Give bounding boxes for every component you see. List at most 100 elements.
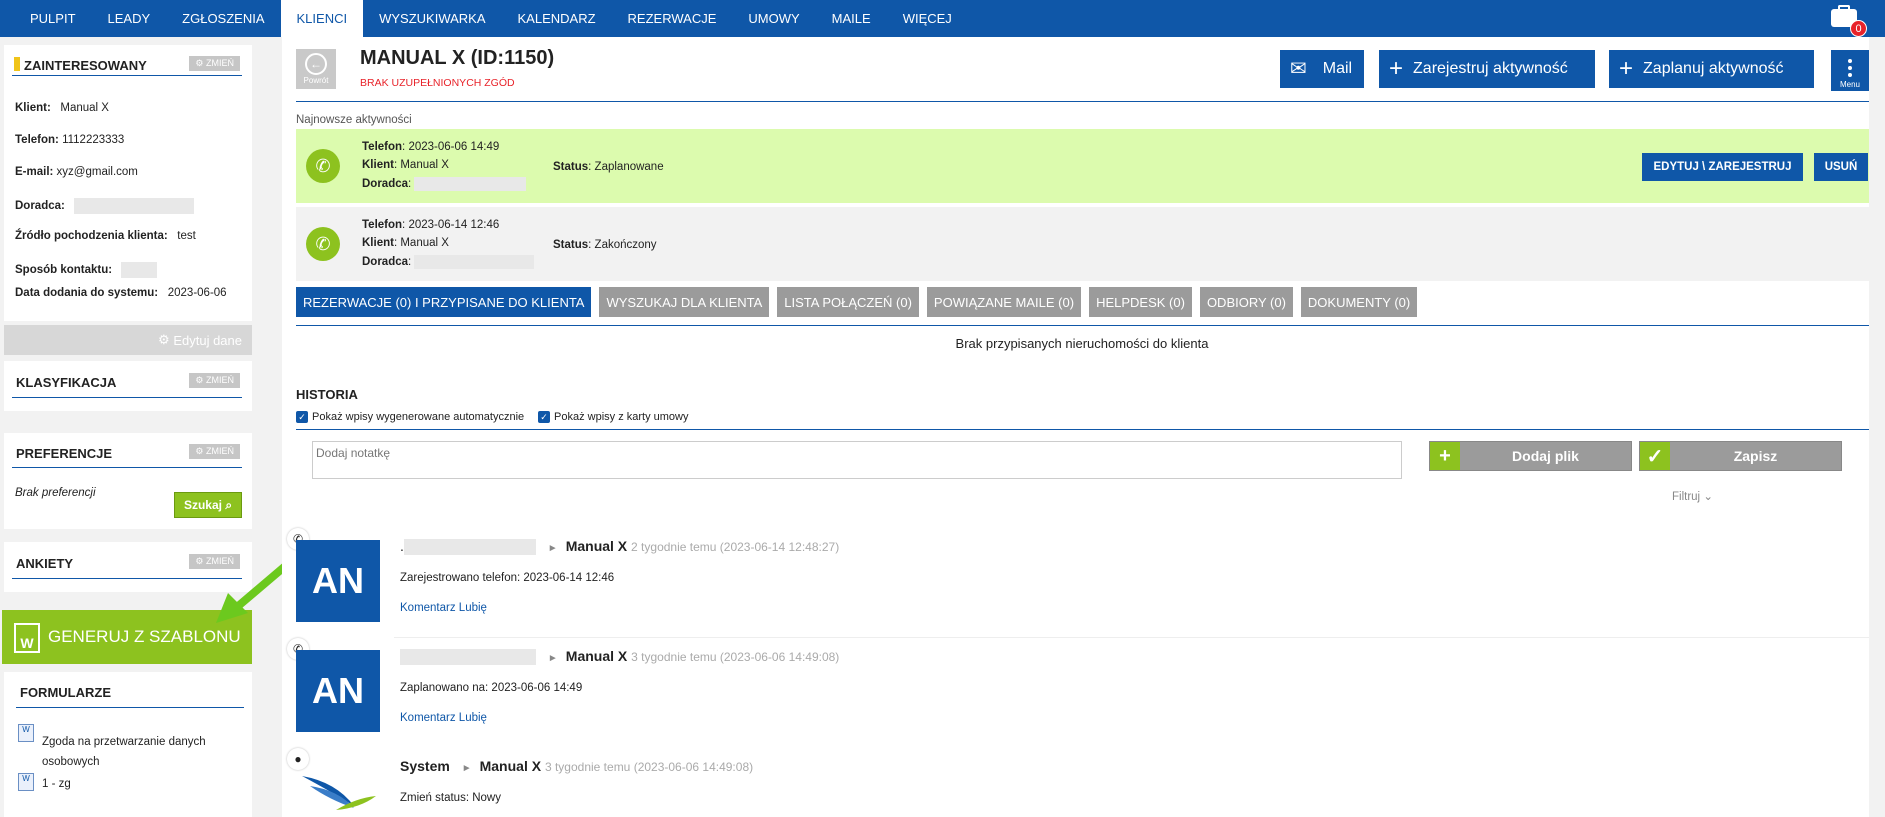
contact-method-field: Sposób kontaktu: bbox=[15, 262, 158, 278]
top-navigation: PULPIT LEADY ZGŁOSZENIA KLIENCI WYSZUKIW… bbox=[0, 0, 1885, 37]
nav-item-wyszukiwarka[interactable]: WYSZUKIWARKA bbox=[363, 0, 501, 37]
nav-item-zgloszenia[interactable]: ZGŁOSZENIA bbox=[166, 0, 280, 37]
client-title: MANUAL X (ID:1150) bbox=[360, 47, 555, 69]
redacted-author bbox=[400, 649, 536, 666]
activity-row: ✆ Telefon: 2023-06-14 12:46 Klient: Manu… bbox=[296, 207, 1869, 281]
advisor-field: Doradca: bbox=[15, 198, 195, 214]
nav-item-kalendarz[interactable]: KALENDARZ bbox=[502, 0, 612, 37]
phone-icon: ✆ bbox=[306, 149, 340, 183]
tab-helpdesk[interactable]: HELPDESK (0) bbox=[1089, 287, 1192, 317]
entry-links[interactable]: Komentarz Lubię bbox=[400, 602, 487, 614]
no-preferences-text: Brak preferencji bbox=[15, 487, 96, 499]
edit-data-button[interactable]: ⚙ Edytuj dane bbox=[4, 325, 252, 355]
nav-item-wiecej[interactable]: WIĘCEJ bbox=[887, 0, 968, 37]
chevron-down-icon: ⌄ bbox=[1703, 491, 1713, 503]
tab-odbiory[interactable]: ODBIORY (0) bbox=[1199, 287, 1293, 317]
status-change-button[interactable]: ⚙ ZMIEŃ bbox=[189, 56, 240, 71]
activity-phone: Telefon: 2023-06-06 14:49 bbox=[362, 141, 500, 153]
entry-body: Zmień status: Nowy bbox=[400, 792, 501, 804]
arrow-right-icon: ► bbox=[461, 763, 472, 774]
tab-lista-polaczen[interactable]: LISTA POŁĄCZEŃ (0) bbox=[777, 287, 919, 317]
entry-header: . ► Manual X 2 tygodnie temu (2023-06-14 … bbox=[400, 538, 840, 556]
ankiety-title: ANKIETY bbox=[16, 556, 74, 571]
envelope-icon: ✉ bbox=[1290, 58, 1307, 80]
activity-advisor: Doradca: bbox=[362, 177, 527, 191]
plus-icon: + bbox=[1619, 55, 1634, 82]
phone-field: Telefon: 1112223333 bbox=[15, 134, 125, 146]
history-entry: ● System ► Manual X 3 tygodnie temu (2023… bbox=[282, 748, 1869, 817]
form-document-icon: W bbox=[18, 724, 34, 742]
notifications-badge: 0 bbox=[1850, 20, 1867, 37]
activity-row: ✆ Telefon: 2023-06-06 14:49 Klient: Manu… bbox=[296, 129, 1869, 203]
register-activity-button[interactable]: + Zarejestruj aktywność bbox=[1379, 50, 1595, 88]
tab-powiazane-maile[interactable]: POWIĄZANE MAILE (0) bbox=[926, 287, 1082, 317]
avatar: AN bbox=[296, 650, 380, 732]
history-entry: ✆ AN . ► Manual X 2 tygodnie temu (2023-0… bbox=[282, 528, 1869, 638]
nav-item-pulpit[interactable]: PULPIT bbox=[0, 0, 92, 37]
nav-item-klienci[interactable]: KLIENCI bbox=[280, 0, 364, 37]
tab-dokumenty[interactable]: DOKUMENTY (0) bbox=[1300, 287, 1418, 317]
nav-item-leady[interactable]: LEADY bbox=[92, 0, 167, 37]
redacted-author bbox=[403, 539, 536, 556]
activity-client: Klient: Manual X bbox=[362, 237, 449, 249]
history-entry: ✆ AN ► Manual X 3 tygodnie temu (2023-06-… bbox=[282, 638, 1869, 748]
back-button[interactable]: ← Powrót bbox=[296, 49, 336, 89]
redacted-contact-method bbox=[121, 262, 158, 278]
mail-button[interactable]: ✉ Mail bbox=[1280, 50, 1364, 88]
nav-item-maile[interactable]: MAILE bbox=[816, 0, 887, 37]
sidebar: ZAINTERESOWANY ⚙ ZMIEŃ Klient: Manual X … bbox=[0, 37, 262, 817]
tab-wyszukaj[interactable]: WYSZUKAJ DLA KLIENTA bbox=[599, 287, 770, 317]
client-name-field: Klient: Manual X bbox=[15, 102, 109, 114]
status-title: ZAINTERESOWANY bbox=[24, 58, 147, 73]
formularze-panel: FORMULARZE W Zgoda na przetwarzanie dany… bbox=[4, 672, 252, 817]
edit-register-button[interactable]: EDYTUJ \ ZAREJESTRUJ bbox=[1642, 153, 1803, 181]
menu-button[interactable]: Menu bbox=[1831, 50, 1869, 91]
schedule-activity-button[interactable]: + Zaplanuj aktywność bbox=[1609, 50, 1814, 88]
preferencje-change-button[interactable]: ⚙ ZMIEŃ bbox=[189, 444, 240, 459]
no-properties-message: Brak przypisanych nieruchomości do klien… bbox=[955, 336, 1209, 351]
briefcase-icon[interactable]: 0 bbox=[1829, 3, 1867, 37]
add-file-button[interactable]: + Dodaj plik bbox=[1429, 441, 1632, 471]
activity-status: Status: Zaplanowane bbox=[553, 161, 664, 173]
activity-status: Status: Zakończony bbox=[553, 239, 657, 251]
history-title: HISTORIA bbox=[296, 387, 358, 402]
form-item-zg[interactable]: 1 - zg bbox=[42, 778, 71, 790]
source-field: Źródło pochodzenia klienta: test bbox=[15, 230, 196, 242]
email-field: E-mail: xyz@gmail.com bbox=[15, 166, 138, 178]
entry-body: Zarejestrowano telefon: 2023-06-14 12:46 bbox=[400, 572, 615, 584]
formularze-title: FORMULARZE bbox=[20, 685, 111, 700]
plus-icon: + bbox=[1389, 55, 1404, 82]
avatar: AN bbox=[296, 540, 380, 622]
client-info-panel: ZAINTERESOWANY ⚙ ZMIEŃ Klient: Manual X … bbox=[4, 45, 252, 279]
plus-icon: + bbox=[1430, 442, 1460, 470]
save-button[interactable]: ✓ Zapisz bbox=[1639, 441, 1842, 471]
activity-client: Klient: Manual X bbox=[362, 159, 449, 171]
show-contract-entries-checkbox[interactable]: ✓ Pokaż wpisy z karty umowy bbox=[538, 411, 688, 423]
nav-item-rezerwacje[interactable]: REZERWACJE bbox=[612, 0, 733, 37]
show-auto-entries-checkbox[interactable]: ✓ Pokaż wpisy wygenerowane automatycznie bbox=[296, 411, 524, 423]
form-item-consent[interactable]: Zgoda na przetwarzanie danych osobowych bbox=[42, 732, 242, 772]
activity-advisor: Doradca: bbox=[362, 255, 535, 269]
note-input[interactable]: Dodaj notatkę bbox=[312, 441, 1402, 479]
redacted-advisor bbox=[414, 255, 535, 269]
arrow-right-icon: ► bbox=[547, 653, 558, 664]
preferencje-title: PREFERENCJE bbox=[16, 446, 113, 461]
phone-icon: ✆ bbox=[306, 227, 340, 261]
redacted-advisor bbox=[414, 177, 527, 191]
klasyfikacja-panel: KLASYFIKACJA ⚙ ZMIEŃ bbox=[4, 361, 252, 411]
entry-body: Zaplanowano na: 2023-06-06 14:49 bbox=[400, 682, 583, 694]
latest-activities-label: Najnowsze aktywności bbox=[296, 114, 412, 126]
date-added-panel: Data dodania do systemu: 2023-06-06 bbox=[4, 279, 252, 321]
user-icon: ● bbox=[287, 748, 309, 770]
delete-button[interactable]: USUŃ bbox=[1814, 153, 1868, 181]
klasyfikacja-change-button[interactable]: ⚙ ZMIEŃ bbox=[189, 373, 240, 388]
entry-header: System ► Manual X 3 tygodnie temu (2023-0… bbox=[400, 758, 754, 774]
entry-header: ► Manual X 3 tygodnie temu (2023-06-06 14… bbox=[400, 648, 839, 666]
tab-rezerwacje[interactable]: REZERWACJE (0) I PRZYPISANE DO KLIENTA bbox=[296, 287, 592, 317]
filter-toggle[interactable]: Filtruj ⌄ bbox=[1672, 489, 1713, 503]
nav-item-umowy[interactable]: UMOWY bbox=[732, 0, 815, 37]
entry-links[interactable]: Komentarz Lubię bbox=[400, 712, 487, 724]
check-icon: ✓ bbox=[1640, 442, 1670, 470]
activity-phone: Telefon: 2023-06-14 12:46 bbox=[362, 219, 500, 231]
system-logo bbox=[302, 776, 376, 810]
